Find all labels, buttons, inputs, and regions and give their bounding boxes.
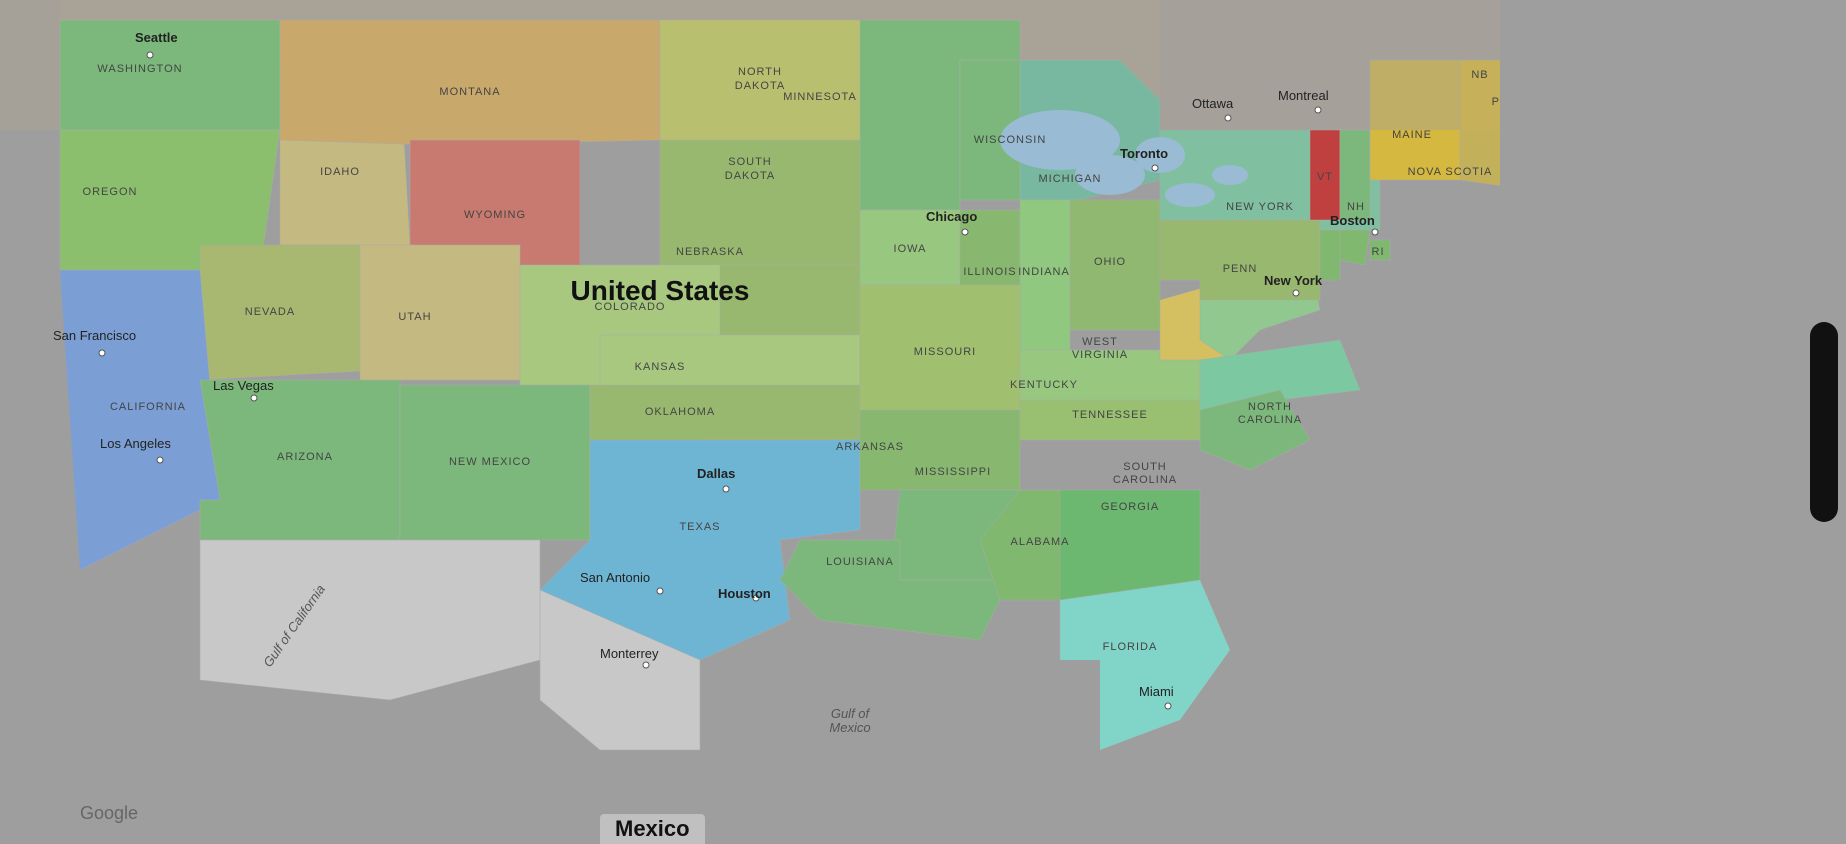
label-ms: MISSISSIPPI: [915, 466, 991, 478]
label-wa: WASHINGTON: [97, 63, 182, 75]
label-il: ILLINOIS: [963, 266, 1016, 278]
label-nc2: CAROLINA: [1238, 414, 1302, 426]
label-al: ALABAMA: [1011, 536, 1070, 548]
label-or: OREGON: [83, 186, 138, 198]
label-vt: VT: [1317, 171, 1333, 183]
city-label-ottawa: Ottawa: [1192, 96, 1234, 111]
mexico-label: Mexico: [600, 814, 705, 844]
label-nb: NB: [1471, 69, 1488, 81]
city-dot-toronto: [1152, 165, 1158, 171]
city-label-seattle: Seattle: [135, 30, 178, 45]
city-dot-new-york: [1293, 290, 1299, 296]
label-pe: PE: [1492, 96, 1500, 108]
state-ct: [1340, 230, 1370, 265]
water-label-gulf-mexico: Gulf of: [831, 706, 871, 721]
label-tx: TEXAS: [679, 521, 720, 533]
label-id: IDAHO: [320, 166, 360, 178]
label-ok: OKLAHOMA: [645, 406, 715, 418]
google-attribution: Google: [80, 803, 138, 824]
city-dot-boston: [1372, 229, 1378, 235]
city-dot-san-antonio: [657, 588, 663, 594]
city-dot-montreal: [1315, 107, 1321, 113]
label-sc2: CAROLINA: [1113, 474, 1177, 486]
state-ca: [60, 270, 220, 570]
label-mo: MISSOURI: [914, 346, 976, 358]
city-dot-la: [157, 457, 163, 463]
region-nb: [1460, 60, 1500, 200]
label-nv: NEVADA: [245, 306, 295, 318]
city-label-boston: Boston: [1330, 213, 1375, 228]
lake-ontario: [1212, 165, 1248, 185]
label-ut: UTAH: [398, 311, 431, 323]
label-ia: IOWA: [894, 243, 927, 255]
map-container: WASHINGTON OREGON CALIFORNIA NEVADA ARIZ…: [0, 0, 1846, 844]
city-label-houston: Houston: [718, 586, 771, 601]
label-in: INDIANA: [1018, 266, 1070, 278]
water-label-gulf-mexico2: Mexico: [829, 720, 870, 735]
city-dot-dallas: [723, 486, 729, 492]
city-dot-las-vegas: [251, 395, 257, 401]
city-label-las-vegas: Las Vegas: [213, 378, 274, 393]
city-dot-monterrey: [643, 662, 649, 668]
lake-erie: [1165, 183, 1215, 207]
label-tn: TENNESSEE: [1072, 409, 1148, 421]
label-ri: RI: [1372, 246, 1385, 258]
label-nh: NH: [1347, 201, 1365, 213]
label-ky: KENTUCKY: [1010, 379, 1078, 391]
label-nd: NORTH: [738, 66, 782, 78]
label-nm: NEW MEXICO: [449, 456, 531, 468]
label-oh: OHIO: [1094, 256, 1126, 268]
state-nj: [1320, 230, 1340, 280]
label-mi: MICHIGAN: [1039, 173, 1102, 185]
label-sc1: SOUTH: [1123, 461, 1167, 473]
city-label-montreal: Montreal: [1278, 88, 1329, 103]
label-wv2: VIRGINIA: [1072, 349, 1128, 361]
label-ny: NEW YORK: [1226, 201, 1294, 213]
label-ks: KANSAS: [635, 361, 686, 373]
label-mt: MONTANA: [439, 86, 500, 98]
label-wi: WISCONSIN: [974, 134, 1047, 146]
label-la: LOUISIANA: [826, 556, 894, 568]
city-dot-seattle: [147, 52, 153, 58]
label-mn: MINNESOTA: [783, 91, 857, 103]
city-label-la: Los Angeles: [100, 436, 171, 451]
label-az: ARIZONA: [277, 451, 333, 463]
city-dot-ottawa: [1225, 115, 1231, 121]
label-ns: NOVA SCOTIA: [1408, 166, 1493, 178]
label-ga: GEORGIA: [1101, 501, 1159, 513]
city-dot-chicago: [962, 229, 968, 235]
country-label: United States: [571, 275, 750, 306]
city-label-chicago: Chicago: [926, 209, 977, 224]
label-nd2: DAKOTA: [735, 80, 785, 92]
city-label-toronto: Toronto: [1120, 146, 1168, 161]
label-ne: NEBRASKA: [676, 246, 744, 258]
city-label-sf: San Francisco: [53, 328, 136, 343]
label-wy: WYOMING: [464, 209, 526, 221]
city-label-dallas: Dallas: [697, 466, 735, 481]
label-ar: ARKANSAS: [836, 441, 904, 453]
label-pa: PENN: [1223, 263, 1258, 275]
city-label-monterrey: Monterrey: [600, 646, 659, 661]
label-sd2: DAKOTA: [725, 170, 775, 182]
label-nc1: NORTH: [1248, 401, 1292, 413]
label-me: MAINE: [1392, 129, 1432, 141]
city-dot-miami: [1165, 703, 1171, 709]
city-label-new-york: New York: [1264, 273, 1323, 288]
label-wv1: WEST: [1082, 336, 1118, 348]
city-label-miami: Miami: [1139, 684, 1174, 699]
scrollbar[interactable]: [1810, 322, 1838, 522]
state-ut: [360, 245, 520, 380]
label-fl: FLORIDA: [1103, 641, 1158, 653]
label-ca: CALIFORNIA: [110, 401, 186, 413]
city-dot-san-francisco: [99, 350, 105, 356]
label-sd1: SOUTH: [728, 156, 772, 168]
city-label-san-antonio: San Antonio: [580, 570, 650, 585]
state-pa: [1160, 220, 1320, 300]
state-mt: [280, 20, 660, 145]
mexico: [200, 540, 540, 700]
